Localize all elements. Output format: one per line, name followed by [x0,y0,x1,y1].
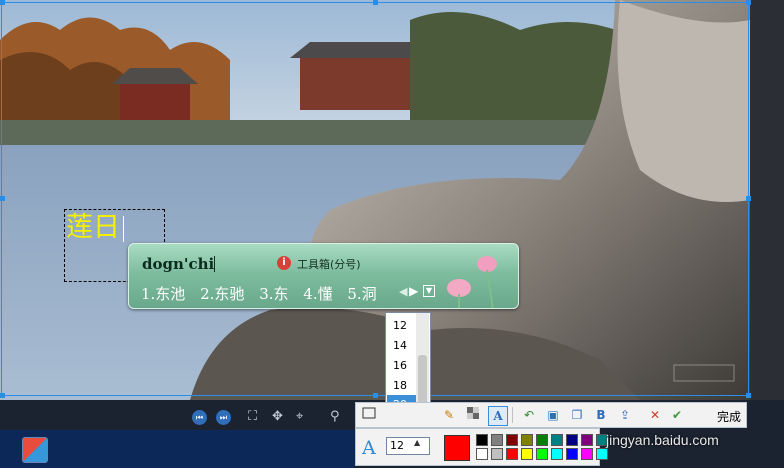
resize-handle-bottom-left[interactable] [0,393,5,398]
palette-color-swatch[interactable] [536,434,548,446]
resize-handle-bottom[interactable] [373,393,378,398]
resize-handle-top-left[interactable] [0,0,5,5]
palette-color-swatch[interactable] [521,448,533,460]
resize-handle-top-right[interactable] [746,0,751,5]
ime-candidate-window: dogn'chi i 工具箱(分号) 1.东池 2.东驰 3.东 4.懂 5.洞… [128,243,519,309]
text-caret [123,216,124,242]
ime-composition-text: dogn'chi [142,255,215,273]
fit-screen-icon[interactable]: ⛶ [248,409,257,424]
chevron-up-icon[interactable]: ▲ [414,438,420,447]
resize-handle-bottom-right[interactable] [746,393,751,398]
menu-dropdown-icon[interactable]: ▼ [423,285,435,297]
palette-color-swatch[interactable] [491,448,503,460]
font-size-option[interactable]: 18 [387,376,419,395]
mosaic-tool-icon[interactable] [464,406,482,424]
ime-toolbox-link[interactable]: 工具箱(分号) [297,256,361,272]
palette-color-swatch[interactable] [596,448,608,460]
palette-color-swatch[interactable] [476,434,488,446]
next-page-icon[interactable]: ▶ [409,284,418,298]
ime-candidate[interactable]: 4.懂 [303,285,332,303]
finish-check-icon[interactable]: ✔ [668,406,686,424]
palette-color-swatch[interactable] [476,448,488,460]
palette-color-swatch[interactable] [551,434,563,446]
toolbar-separator [512,407,513,423]
font-icon: A [362,437,376,459]
previous-icon[interactable]: ⏮ [192,410,207,425]
palette-color-swatch[interactable] [506,448,518,460]
palette-color-swatch[interactable] [581,434,593,446]
save-icon[interactable]: ▣ [544,406,562,424]
text-options-bar: A 12 ▲ [355,428,608,466]
font-size-select[interactable]: 12 [386,437,430,455]
palette-color-swatch[interactable] [566,434,578,446]
pin-icon[interactable]: ⌖ [296,409,303,424]
current-color-swatch[interactable] [444,435,470,461]
font-size-option[interactable]: 16 [387,356,419,375]
resize-handle-right[interactable] [746,196,751,201]
baidu-upload-icon[interactable]: B [592,406,610,424]
palette-color-swatch[interactable] [581,448,593,460]
text-annotation-content[interactable]: 莲日 [66,211,120,245]
palette-color-swatch[interactable] [566,448,578,460]
undo-icon[interactable]: ↶ [520,406,538,424]
resize-handle-left[interactable] [0,196,5,201]
palette-color-swatch[interactable] [521,434,533,446]
text-tool-icon[interactable]: A [488,406,508,426]
font-size-option[interactable]: 12 [387,316,419,335]
rectangle-tool-icon[interactable] [360,406,378,424]
watermark-text: jingyan.baidu.com [606,432,719,448]
palette-color-swatch[interactable] [491,434,503,446]
palette-color-swatch[interactable] [506,434,518,446]
taskbar [0,430,355,468]
copy-icon[interactable]: ❐ [568,406,586,424]
resize-handle-top[interactable] [373,0,378,5]
palette-color-swatch[interactable] [551,448,563,460]
capture-selection-frame[interactable] [1,2,749,396]
ime-candidate[interactable]: 1.东池 [141,285,185,303]
share-icon[interactable]: ⇪ [616,406,634,424]
move-icon[interactable]: ✥ [272,409,283,424]
taskbar-app-icon[interactable] [22,437,48,463]
zoom-icon[interactable]: ⚲ [330,409,340,424]
ime-candidate[interactable]: 2.东驰 [200,285,244,303]
lotus-decoration [447,256,497,308]
ime-candidate-list: 1.东池 2.东驰 3.东 4.懂 5.洞 [141,283,387,304]
next-icon[interactable]: ⏭ [216,410,231,425]
palette-color-swatch[interactable] [536,448,548,460]
pen-tool-icon[interactable]: ✎ [440,406,458,424]
ime-caret [214,256,215,272]
cancel-icon[interactable]: ✕ [646,406,664,424]
font-size-option[interactable]: 14 [387,336,419,355]
prev-page-icon[interactable]: ◀ [399,285,407,298]
info-icon[interactable]: i [277,256,291,270]
edit-toolbar: ✎ A ↶ ▣ ❐ B ⇪ ✕ ✔ 完成 [355,402,747,428]
ime-candidate[interactable]: 5.洞 [347,285,376,303]
ime-candidate[interactable]: 3.东 [259,285,288,303]
finish-button-label[interactable]: 完成 [717,408,741,425]
